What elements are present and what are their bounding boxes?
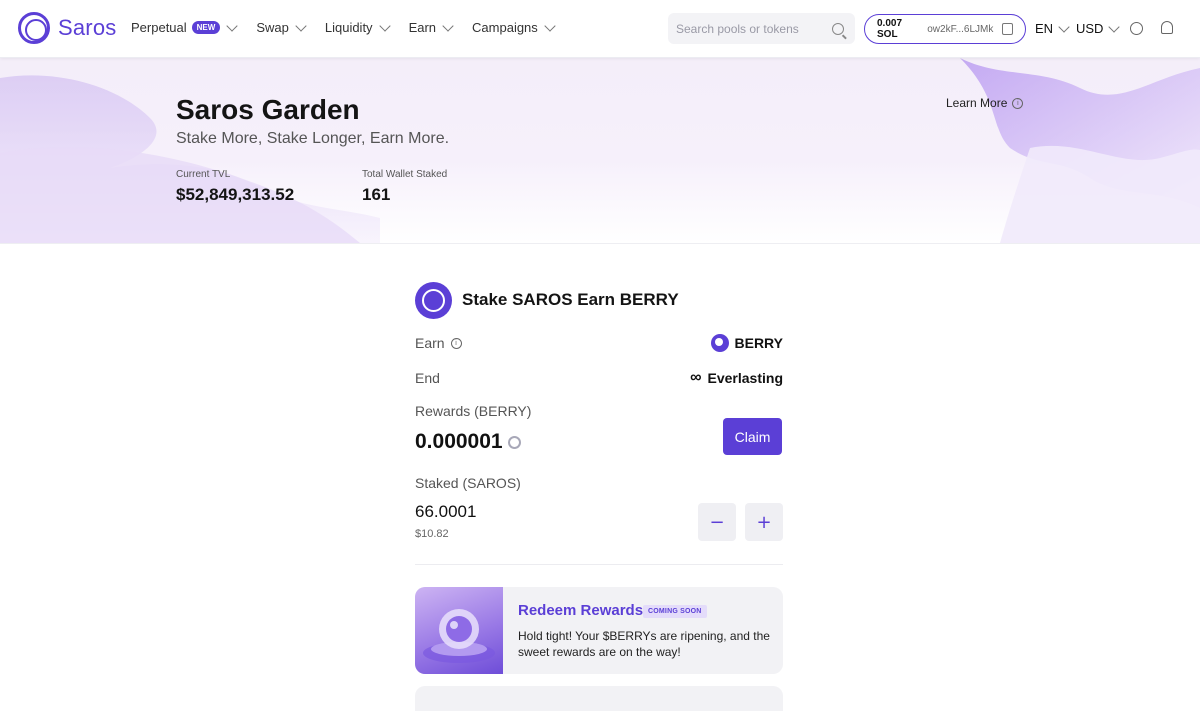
menu-item-perpetual[interactable]: Perpetual NEW <box>131 19 238 35</box>
learn-more-link[interactable]: Learn More i <box>946 96 1024 110</box>
card-divider <box>415 564 783 565</box>
next-section-card <box>415 686 783 711</box>
top-nav: Saros Perpetual NEW Swap Liquidity Earn … <box>0 0 1200 58</box>
redeem-rewards-banner: Redeem Rewards COMING SOON Hold tight! Y… <box>415 587 783 674</box>
learn-more-label: Learn More <box>946 96 1008 110</box>
card-title: Stake SAROS Earn BERRY <box>462 290 679 309</box>
chevron-down-icon <box>1058 20 1070 33</box>
bell-icon[interactable] <box>1161 21 1173 34</box>
brand-name: Saros <box>58 15 117 40</box>
earn-token: BERRY <box>710 334 784 352</box>
menu-item-campaigns[interactable]: Campaigns <box>472 19 556 35</box>
staked-value: 66.0001 <box>415 502 477 521</box>
redeem-title: Redeem Rewards <box>518 602 644 619</box>
language-select[interactable]: EN <box>1035 20 1070 36</box>
new-badge: NEW <box>191 21 221 34</box>
menu-item-label: Swap <box>256 20 289 35</box>
info-icon[interactable]: i <box>450 337 462 349</box>
claim-button[interactable]: Claim <box>723 418 782 455</box>
wallet-balance: 0.007 SOL <box>877 18 903 40</box>
redeem-illustration <box>415 587 503 674</box>
menu-item-label: Earn <box>408 20 437 35</box>
wallets-staked-label: Total Wallet Staked <box>362 169 448 180</box>
earn-token-name: BERRY <box>734 335 784 351</box>
tvl-label: Current TVL <box>176 169 231 180</box>
currency-value: USD <box>1076 21 1104 36</box>
chevron-down-icon <box>442 19 454 32</box>
menu-item-earn[interactable]: Earn <box>408 19 454 35</box>
end-value-group: ∞ Everlasting <box>690 369 783 387</box>
hero-banner: Saros Garden Stake More, Stake Longer, E… <box>0 58 1200 243</box>
coming-soon-badge: COMING SOON <box>643 605 707 618</box>
wallets-staked-value: 161 <box>362 185 391 204</box>
menu-item-label: Liquidity <box>324 20 373 35</box>
menu-item-swap[interactable]: Swap <box>256 19 307 35</box>
info-icon: i <box>1012 97 1024 109</box>
earn-label: Earn <box>415 335 445 351</box>
page-title: Saros Garden <box>176 94 360 125</box>
gift-illustration-icon <box>423 609 495 663</box>
card-header: Stake SAROS Earn BERRY <box>415 280 783 320</box>
stake-plus-button[interactable]: + <box>745 503 783 541</box>
theme-toggle-sun-icon[interactable] <box>1130 22 1143 35</box>
main-menu: Perpetual NEW Swap Liquidity Earn Campai… <box>131 19 556 35</box>
stake-card: Stake SAROS Earn BERRY Earn i BERRY End … <box>415 280 783 711</box>
staked-row: Staked (SAROS) <box>415 475 783 491</box>
brand-logo[interactable]: Saros <box>18 12 116 44</box>
wallet-button[interactable]: 0.007 SOL ow2kF...6LJMk <box>864 14 1026 44</box>
search-box <box>668 13 855 44</box>
menu-item-label: Perpetual <box>131 20 187 35</box>
end-row: End ∞ Everlasting <box>415 369 783 387</box>
menu-item-label: Campaigns <box>472 20 538 35</box>
rewards-row: Rewards (BERRY) <box>415 403 783 419</box>
earn-row: Earn i BERRY <box>415 334 783 352</box>
end-label: End <box>415 370 440 386</box>
menu-item-liquidity[interactable]: Liquidity <box>324 19 391 35</box>
redeem-description: Hold tight! Your $BERRYs are ripening, a… <box>518 629 770 659</box>
rewards-label: Rewards (BERRY) <box>415 403 532 419</box>
chevron-down-icon <box>226 19 238 32</box>
loading-spinner-icon <box>508 436 521 449</box>
currency-select[interactable]: USD <box>1076 20 1121 36</box>
search-icon[interactable] <box>832 22 844 35</box>
end-value: Everlasting <box>707 370 783 386</box>
earn-label-group: Earn i <box>415 335 462 351</box>
rewards-value: 0.000001 <box>415 430 503 453</box>
chevron-down-icon <box>544 19 556 32</box>
tvl-value: $52,849,313.52 <box>176 185 295 204</box>
search-input[interactable] <box>676 21 826 36</box>
staked-usd-value: $10.82 <box>415 528 449 540</box>
infinity-icon: ∞ <box>690 369 702 386</box>
copy-icon[interactable] <box>1002 23 1013 35</box>
wallet-address: ow2kF...6LJMk <box>927 23 994 35</box>
language-value: EN <box>1035 21 1054 36</box>
saros-logo-icon <box>18 12 50 44</box>
hero-cloud-illustration <box>0 58 1200 243</box>
section-divider <box>0 243 1200 244</box>
saros-token-icon <box>415 281 452 319</box>
unstake-minus-button[interactable]: − <box>698 503 736 541</box>
berry-token-icon <box>710 334 729 352</box>
page-subtitle: Stake More, Stake Longer, Earn More. <box>176 130 450 147</box>
chevron-down-icon <box>295 19 307 32</box>
chevron-down-icon <box>1108 20 1121 33</box>
chevron-down-icon <box>378 19 391 32</box>
staked-label: Staked (SAROS) <box>415 475 521 491</box>
